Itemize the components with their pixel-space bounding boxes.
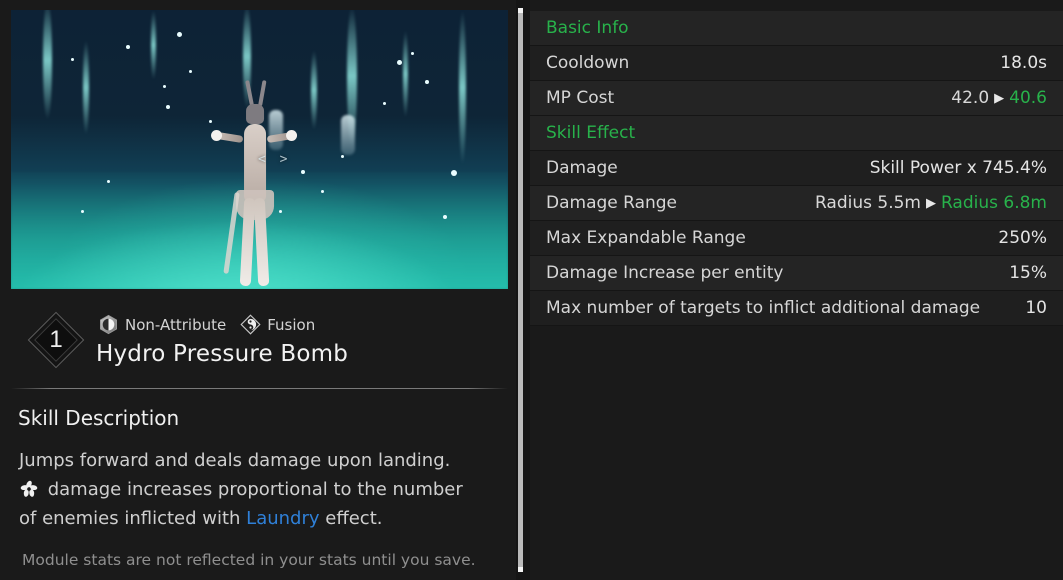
- water-spark: [443, 215, 447, 219]
- stat-label: Max number of targets to inflict additio…: [546, 298, 981, 318]
- water-spark: [107, 180, 110, 183]
- diamond-fusion-icon: [240, 314, 261, 335]
- stat-row: Max number of targets to inflict additio…: [530, 291, 1063, 326]
- stat-value: 250%: [998, 228, 1047, 248]
- stat-value-old: Radius 5.5m: [814, 193, 921, 213]
- laundry-effect-link[interactable]: Laundry: [246, 508, 319, 529]
- stat-row: Max Expandable Range 250%: [530, 221, 1063, 256]
- water-spark: [451, 170, 457, 176]
- water-spark: [209, 120, 212, 123]
- skill-level-value: 1: [49, 326, 63, 353]
- description-line-2-text: damage increases proportional to the num…: [42, 479, 463, 500]
- stat-value-new: 40.6: [1009, 88, 1047, 108]
- attribute-row: Non-Attribute Fusion: [98, 314, 315, 335]
- skill-detail-screen: < > 1 Non-Attribute Fusion Hydro Pressur…: [0, 0, 1063, 580]
- module-save-note: Module stats are not reflected in your s…: [22, 551, 476, 569]
- scrollbar-thumb[interactable]: [518, 8, 523, 572]
- stats-panel: Basic Info Cooldown 18.0s MP Cost 42.0 ▶ 40.6 S…: [530, 0, 1063, 580]
- stat-row: Damage Skill Power x 745.4%: [530, 151, 1063, 186]
- scrollbar-cap-bottom: [518, 567, 523, 572]
- stat-label: Damage Increase per entity: [546, 263, 784, 283]
- attribute-chip-non-attribute: Non-Attribute: [98, 314, 226, 335]
- water-spark: [411, 52, 414, 55]
- stat-label: Cooldown: [546, 53, 630, 73]
- stats-section-title: Skill Effect: [546, 123, 636, 143]
- stat-row: Damage Range Radius 5.5m ▶ Radius 6.8m: [530, 186, 1063, 221]
- stat-value: 42.0 ▶ 40.6: [951, 88, 1047, 108]
- stat-value: Skill Power x 745.4%: [869, 158, 1047, 178]
- water-streak: [83, 40, 89, 135]
- panel-scrollbar[interactable]: [518, 8, 523, 572]
- attribute-label: Non-Attribute: [125, 315, 227, 334]
- water-streak: [311, 50, 317, 130]
- stat-value: 15%: [1009, 263, 1047, 283]
- skill-name: Hydro Pressure Bomb: [96, 341, 349, 367]
- description-line-3: of enemies inflicted with Laundry effect…: [19, 504, 499, 533]
- stat-label: Damage: [546, 158, 618, 178]
- water-spark: [166, 105, 170, 109]
- water-streak: [403, 30, 408, 118]
- stat-value: Radius 5.5m ▶ Radius 6.8m: [815, 193, 1047, 213]
- attribute-label: Fusion: [267, 315, 316, 334]
- description-line-2: damage increases proportional to the num…: [19, 475, 499, 504]
- description-line-3-pre: of enemies inflicted with: [19, 508, 247, 529]
- water-spark: [126, 45, 130, 49]
- scrollbar-cap-top: [518, 8, 523, 13]
- character-silhouette: [210, 72, 297, 287]
- water-spark: [383, 102, 386, 105]
- water-streak: [151, 10, 156, 80]
- stat-row: MP Cost 42.0 ▶ 40.6: [530, 81, 1063, 116]
- stat-label: Damage Range: [546, 193, 678, 213]
- stat-change-arrow-icon: ▶: [925, 196, 936, 211]
- skill-preview-video[interactable]: < >: [11, 10, 508, 289]
- video-seek-marker[interactable]: < >: [258, 152, 290, 167]
- water-streak: [459, 10, 466, 165]
- description-line-3-post: effect.: [319, 508, 383, 529]
- stat-value-new: Radius 6.8m: [940, 193, 1047, 213]
- water-spark: [425, 80, 429, 84]
- stats-section-header: Basic Info: [530, 11, 1063, 46]
- stat-value: 10: [1025, 298, 1047, 318]
- stat-row: Cooldown 18.0s: [530, 46, 1063, 81]
- stat-label: Max Expandable Range: [546, 228, 746, 248]
- water-spark: [341, 155, 344, 158]
- left-panel: < > 1 Non-Attribute Fusion Hydro Pressur…: [0, 0, 516, 580]
- stat-value: 18.0s: [1000, 53, 1047, 73]
- water-spark: [81, 210, 84, 213]
- stat-row: Damage Increase per entity 15%: [530, 256, 1063, 291]
- hexagon-non-attribute-icon: [98, 314, 119, 335]
- stat-value-old: 42.0: [951, 88, 990, 108]
- water-spark: [397, 60, 402, 65]
- skill-description-title: Skill Description: [18, 406, 180, 430]
- description-line-1: Jumps forward and deals damage upon land…: [19, 450, 451, 471]
- pinwheel-effect-icon: [19, 479, 39, 499]
- stats-section-header: Skill Effect: [530, 116, 1063, 151]
- attribute-chip-fusion: Fusion: [240, 314, 315, 335]
- water-spark: [301, 170, 305, 174]
- water-spark: [321, 190, 324, 193]
- skill-level-badge: 1: [26, 310, 86, 370]
- water-spark: [177, 32, 182, 37]
- stat-label: MP Cost: [546, 88, 615, 108]
- stats-section-title: Basic Info: [546, 18, 629, 38]
- water-spark: [71, 58, 74, 61]
- stat-change-arrow-icon: ▶: [994, 91, 1005, 106]
- water-spark: [189, 70, 192, 73]
- section-divider: [11, 388, 508, 389]
- distant-figure: [341, 115, 355, 155]
- water-spark: [163, 85, 166, 88]
- skill-description-body: Jumps forward and deals damage upon land…: [19, 446, 499, 533]
